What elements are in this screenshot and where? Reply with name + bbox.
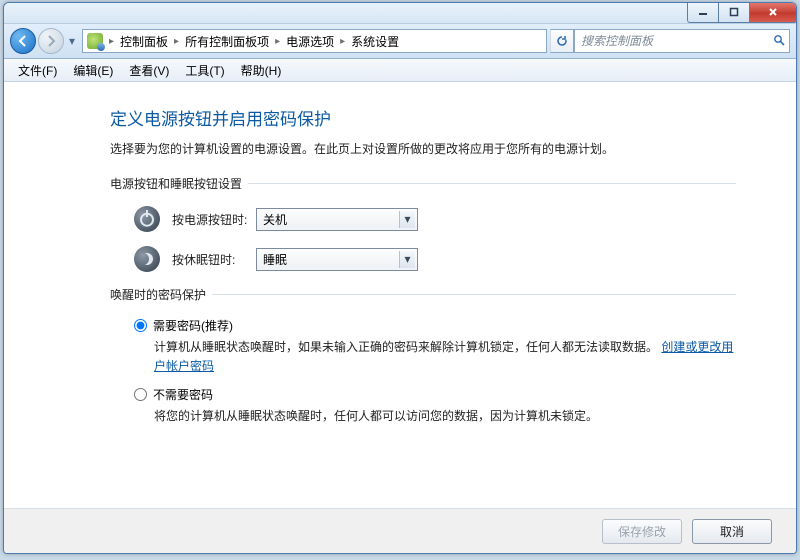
refresh-button[interactable] — [550, 29, 574, 53]
section-label: 电源按钮和睡眠按钮设置 — [110, 175, 242, 192]
divider — [248, 183, 736, 184]
close-button[interactable] — [750, 2, 797, 23]
menu-view[interactable]: 查看(V) — [121, 62, 177, 79]
sleep-label: 按休眠钮时: — [172, 251, 256, 268]
power-select-value: 关机 — [263, 211, 287, 228]
chevron-right-icon: ▸ — [107, 36, 116, 47]
chevron-right-icon: ▸ — [172, 36, 181, 47]
radio-label: 需要密码(推荐) — [153, 317, 233, 334]
chevron-right-icon: ▸ — [273, 36, 282, 47]
menubar: 文件(F) 编辑(E) 查看(V) 工具(T) 帮助(H) — [4, 59, 796, 82]
option-description: 计算机从睡眠状态唤醒时，如果未输入正确的密码来解除计算机锁定，任何人都无法读取数… — [154, 338, 736, 376]
option-description: 将您的计算机从睡眠状态唤醒时，任何人都可以访问您的数据，因为计算机未锁定。 — [154, 407, 736, 426]
chevron-down-icon: ▾ — [399, 251, 415, 268]
save-button[interactable]: 保存修改 — [602, 519, 682, 544]
window-buttons — [687, 2, 797, 23]
radio-require-password[interactable]: 需要密码(推荐) — [134, 317, 736, 334]
radio-require-password-input[interactable] — [134, 319, 147, 332]
menu-edit[interactable]: 编辑(E) — [65, 62, 121, 79]
power-select[interactable]: 关机 ▾ — [256, 208, 418, 231]
option-require-password: 需要密码(推荐) 计算机从睡眠状态唤醒时，如果未输入正确的密码来解除计算机锁定，… — [134, 317, 736, 376]
section-password: 唤醒时的密码保护 — [110, 286, 736, 303]
control-panel-icon — [87, 33, 103, 49]
footer: 保存修改 取消 — [4, 508, 796, 553]
power-button-row: 按电源按钮时: 关机 ▾ — [134, 206, 796, 232]
breadcrumb-item[interactable]: 所有控制面板项 — [181, 33, 273, 50]
search-box[interactable] — [574, 29, 790, 53]
window: ▾ ▸ 控制面板 ▸ 所有控制面板项 ▸ 电源选项 ▸ 系统设置 文件(F) 编… — [3, 2, 797, 554]
maximize-button[interactable] — [719, 2, 750, 23]
divider — [212, 294, 736, 295]
power-label: 按电源按钮时: — [172, 211, 256, 228]
menu-file[interactable]: 文件(F) — [10, 62, 65, 79]
nav-forward-button[interactable] — [38, 28, 64, 54]
radio-no-password-input[interactable] — [134, 388, 147, 401]
nav-back-button[interactable] — [10, 28, 36, 54]
sleep-select[interactable]: 睡眠 ▾ — [256, 248, 418, 271]
option-desc-text: 计算机从睡眠状态唤醒时，如果未输入正确的密码来解除计算机锁定，任何人都无法读取数… — [154, 340, 658, 354]
breadcrumb-item[interactable]: 电源选项 — [282, 33, 338, 50]
sleep-icon — [134, 246, 160, 272]
search-icon — [773, 34, 785, 49]
navbar: ▾ ▸ 控制面板 ▸ 所有控制面板项 ▸ 电源选项 ▸ 系统设置 — [4, 24, 796, 59]
titlebar — [4, 3, 796, 24]
menu-help[interactable]: 帮助(H) — [233, 62, 290, 79]
address-bar[interactable]: ▸ 控制面板 ▸ 所有控制面板项 ▸ 电源选项 ▸ 系统设置 — [82, 29, 547, 53]
radio-no-password[interactable]: 不需要密码 — [134, 386, 736, 403]
power-icon — [134, 206, 160, 232]
minimize-button[interactable] — [687, 2, 719, 23]
section-buttons: 电源按钮和睡眠按钮设置 — [110, 175, 736, 192]
search-input[interactable] — [579, 33, 773, 49]
content: 定义电源按钮并启用密码保护 选择要为您的计算机设置的电源设置。在此页上对设置所做… — [4, 81, 796, 509]
radio-label: 不需要密码 — [153, 386, 213, 403]
menu-tools[interactable]: 工具(T) — [177, 62, 232, 79]
chevron-down-icon: ▾ — [399, 211, 415, 228]
option-no-password: 不需要密码 将您的计算机从睡眠状态唤醒时，任何人都可以访问您的数据，因为计算机未… — [134, 386, 736, 426]
page-heading: 定义电源按钮并启用密码保护 — [110, 105, 796, 130]
cancel-button[interactable]: 取消 — [692, 519, 772, 544]
sleep-button-row: 按休眠钮时: 睡眠 ▾ — [134, 246, 796, 272]
page-subtitle: 选择要为您的计算机设置的电源设置。在此页上对设置所做的更改将应用于您所有的电源计… — [110, 140, 796, 157]
chevron-right-icon: ▸ — [338, 36, 347, 47]
sleep-select-value: 睡眠 — [263, 251, 287, 268]
breadcrumb-item[interactable]: 系统设置 — [347, 33, 403, 50]
breadcrumb-item[interactable]: 控制面板 — [116, 33, 172, 50]
section-label: 唤醒时的密码保护 — [110, 286, 206, 303]
nav-history-dropdown[interactable]: ▾ — [66, 28, 78, 54]
